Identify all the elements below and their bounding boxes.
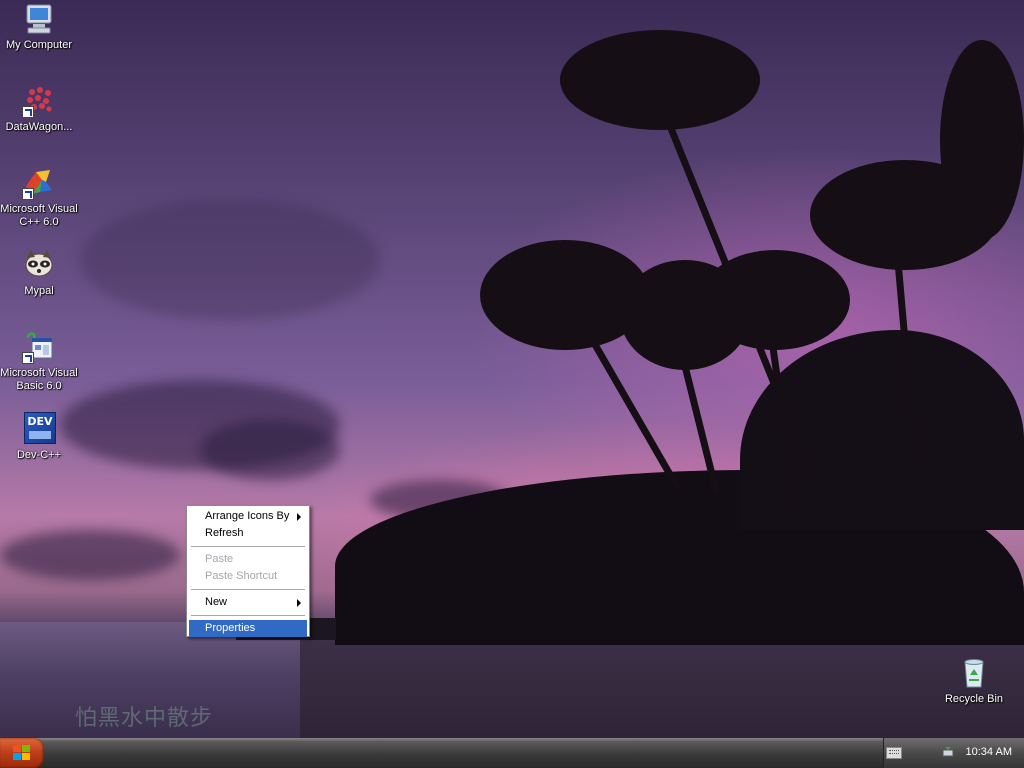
desktop-icon-datawagon[interactable]: DataWagon... [0,84,78,134]
desktop-icon-label: DataWagon... [5,121,73,133]
desktop-icon-my-computer[interactable]: My Computer [0,2,78,52]
menu-item-label: Arrange Icons By [205,510,290,522]
shortcut-arrow-icon [22,188,34,200]
menu-separator [191,615,305,616]
desktop-icon-visual-basic[interactable]: Microsoft Visual Basic 6.0 [0,330,78,393]
datawagon-icon [22,84,56,118]
visual-basic-icon [22,330,56,364]
desktop[interactable]: 怕黑水中散步 My Computer DataWagon... Microsof… [0,0,1024,738]
desktop-icon-mypal[interactable]: Mypal [0,248,78,298]
windows-logo-icon [13,745,31,761]
desktop-icon-label: Microsoft Visual C++ 6.0 [0,203,78,228]
desktop-icon-label: Microsoft Visual Basic 6.0 [0,367,78,392]
recycle-bin-icon [957,656,991,690]
desktop-icon-visual-cpp[interactable]: Microsoft Visual C++ 6.0 [0,166,78,229]
my-computer-icon [22,2,56,36]
taskbar-clock[interactable]: 10:34 AM [966,746,1012,758]
submenu-arrow-icon [297,513,301,521]
menu-item-label: New [205,596,228,608]
menu-item-paste-shortcut: Paste Shortcut [189,568,307,585]
menu-item-new[interactable]: New [189,594,307,611]
menu-item-arrange-icons-by[interactable]: Arrange Icons By [189,508,307,525]
desktop-icon-label: Mypal [24,285,54,297]
visual-cpp-icon [22,166,56,200]
menu-item-paste: Paste [189,551,307,568]
menu-item-label: Refresh [205,527,244,539]
taskbar: 10:34 AM [0,738,1024,768]
desktop-icon-label: Dev-C++ [16,449,62,461]
desktop-icon-label: My Computer [5,39,73,51]
desktop-icon-recycle-bin[interactable]: Recycle Bin [935,656,1013,706]
keyboard-icon[interactable] [886,747,902,759]
shortcut-arrow-icon [22,352,34,364]
mypal-raccoon-icon [22,248,56,282]
submenu-arrow-icon [297,599,301,607]
start-button[interactable] [0,738,44,768]
dev-cpp-icon-text: DEV [27,415,53,428]
wallpaper-watermark: 怕黑水中散步 [75,706,214,731]
dev-cpp-icon: DEV [22,412,56,446]
desktop-context-menu: Arrange Icons By Refresh Paste Paste Sho… [186,505,310,637]
menu-separator [191,589,305,590]
system-tray: 10:34 AM [883,738,1024,768]
menu-item-label: Paste [205,553,234,565]
menu-item-refresh[interactable]: Refresh [189,525,307,542]
shortcut-arrow-icon [22,106,34,118]
safely-remove-icon[interactable] [941,745,955,759]
menu-item-label: Properties [205,622,256,634]
menu-item-label: Paste Shortcut [205,570,278,582]
menu-separator [191,546,305,547]
desktop-icon-dev-cpp[interactable]: DEV Dev-C++ [0,412,78,462]
menu-item-properties[interactable]: Properties [189,620,307,637]
desktop-icon-label: Recycle Bin [944,693,1004,705]
